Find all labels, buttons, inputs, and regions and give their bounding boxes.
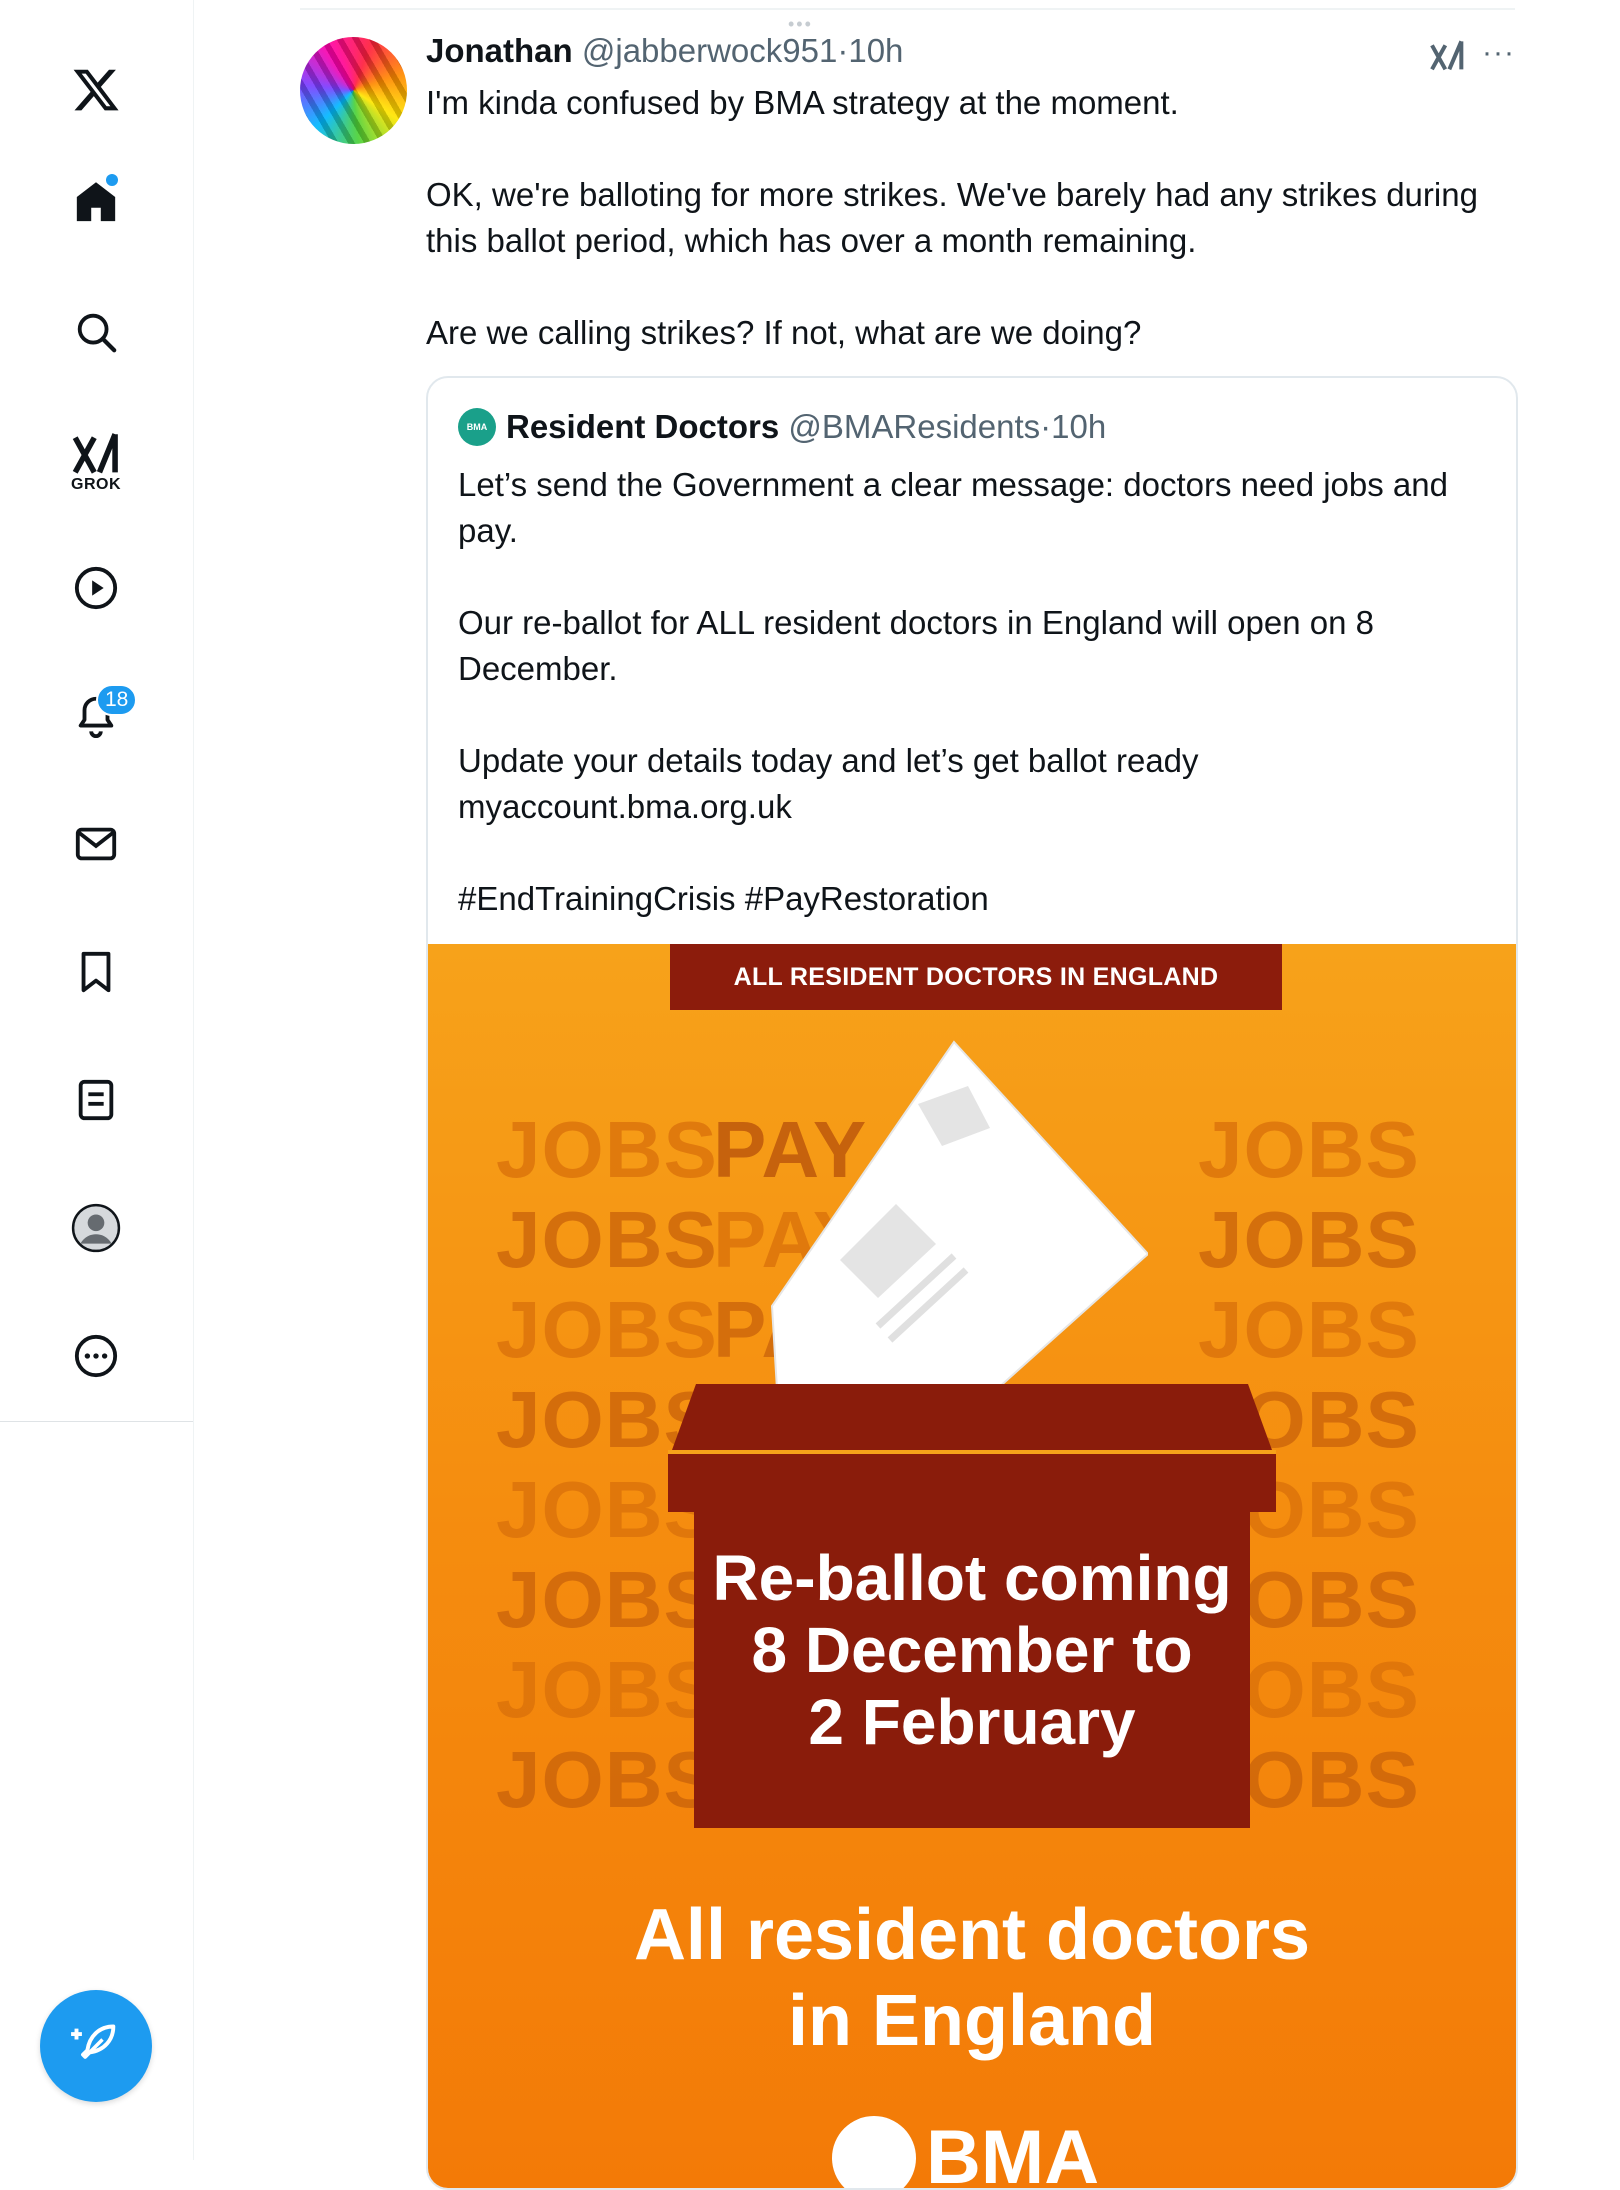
bg-word-jobs: JOBS <box>496 1194 718 1286</box>
bg-word-jobs: JOBS <box>496 1104 718 1196</box>
messages-icon[interactable] <box>56 804 136 884</box>
lists-icon[interactable] <box>56 1060 136 1140</box>
profile-icon[interactable] <box>56 1188 136 1268</box>
more-options-button[interactable]: ··· <box>1482 36 1515 70</box>
quoted-post-header: BMA Resident Doctors @BMAResidents·10h <box>458 408 1106 446</box>
bma-emblem-icon <box>832 2116 916 2190</box>
bma-logo: BMA <box>832 2114 1099 2190</box>
ballot-box-band <box>668 1454 1276 1512</box>
sidebar: GROK 18 <box>0 0 194 2160</box>
footer-line: in England <box>428 1978 1516 2064</box>
quoted-paragraph: Let’s send the Government a clear messag… <box>458 462 1488 554</box>
grok-label: GROK <box>56 476 136 494</box>
quoted-post-text: Let’s send the Government a clear messag… <box>458 462 1488 968</box>
quoted-paragraph: #EndTrainingCrisis #PayRestoration <box>458 876 1488 922</box>
quoted-post-time[interactable]: 10h <box>1051 408 1106 446</box>
separator: · <box>837 32 848 69</box>
home-unread-dot <box>106 174 118 186</box>
x-logo-icon[interactable] <box>56 50 136 130</box>
bookmarks-icon[interactable] <box>56 932 136 1012</box>
video-icon[interactable] <box>56 548 136 628</box>
ballot-box-lid <box>672 1384 1272 1450</box>
post-time[interactable]: 10h <box>848 32 903 69</box>
home-icon[interactable] <box>56 162 136 242</box>
bg-word-jobs: JOBS <box>1198 1104 1420 1196</box>
bg-word-jobs: JOBS <box>496 1644 718 1736</box>
bg-word-jobs: JOBS <box>496 1554 718 1646</box>
poster-image[interactable]: ALL RESIDENT DOCTORS IN ENGLAND JOBS PAY… <box>428 944 1516 2190</box>
grok-icon[interactable]: GROK <box>56 418 136 508</box>
more-icon[interactable] <box>56 1316 136 1396</box>
grok-explain-icon[interactable] <box>1428 36 1468 81</box>
poster-footer-text: All resident doctors in England <box>428 1892 1516 2064</box>
post-text: I'm kinda confused by BMA strategy at th… <box>426 80 1516 402</box>
author-handle[interactable]: @jabberwock951 <box>582 32 837 69</box>
search-icon[interactable] <box>56 292 136 372</box>
ballot-box-text: Re-ballot coming 8 December to 2 Februar… <box>694 1542 1250 1758</box>
notifications-badge: 18 <box>96 684 137 716</box>
post-paragraph: I'm kinda confused by BMA strategy at th… <box>426 80 1516 126</box>
bg-word-jobs: JOBS <box>496 1734 718 1826</box>
timeline-top-border <box>300 8 1515 10</box>
quoted-author-handle[interactable]: @BMAResidents <box>788 408 1040 446</box>
post-header: Jonathan @jabberwock951·10h <box>426 32 903 70</box>
bg-word-jobs: JOBS <box>1198 1194 1420 1286</box>
poster-banner: ALL RESIDENT DOCTORS IN ENGLAND <box>670 944 1282 1010</box>
compose-button[interactable] <box>40 1990 152 2102</box>
notifications-icon[interactable]: 18 <box>56 676 136 756</box>
quoted-paragraph: Update your details today and let’s get … <box>458 738 1488 830</box>
quoted-paragraph: Our re-ballot for ALL resident doctors i… <box>458 600 1488 692</box>
bg-word-jobs: JOBS <box>496 1284 718 1376</box>
post-paragraph: Are we calling strikes? If not, what are… <box>426 310 1516 356</box>
separator: · <box>1040 408 1051 446</box>
footer-line: All resident doctors <box>428 1892 1516 1978</box>
bma-avatar[interactable]: BMA <box>458 408 496 446</box>
quoted-post[interactable]: BMA Resident Doctors @BMAResidents·10h L… <box>426 376 1518 2190</box>
avatar[interactable] <box>300 37 407 144</box>
author-name[interactable]: Jonathan <box>426 32 573 69</box>
bg-word-jobs: JOBS <box>1198 1284 1420 1376</box>
post-paragraph: OK, we're balloting for more strikes. We… <box>426 172 1516 264</box>
sidebar-divider <box>0 1421 193 1422</box>
compose-feather-icon <box>70 2020 122 2072</box>
box-line: 8 December to <box>694 1614 1250 1686</box>
ballot-paper-icon <box>728 1034 1148 1434</box>
quoted-author-name[interactable]: Resident Doctors <box>506 408 779 446</box>
box-line: Re-ballot coming <box>694 1542 1250 1614</box>
box-line: 2 February <box>694 1686 1250 1758</box>
bma-logo-text: BMA <box>926 2114 1099 2190</box>
